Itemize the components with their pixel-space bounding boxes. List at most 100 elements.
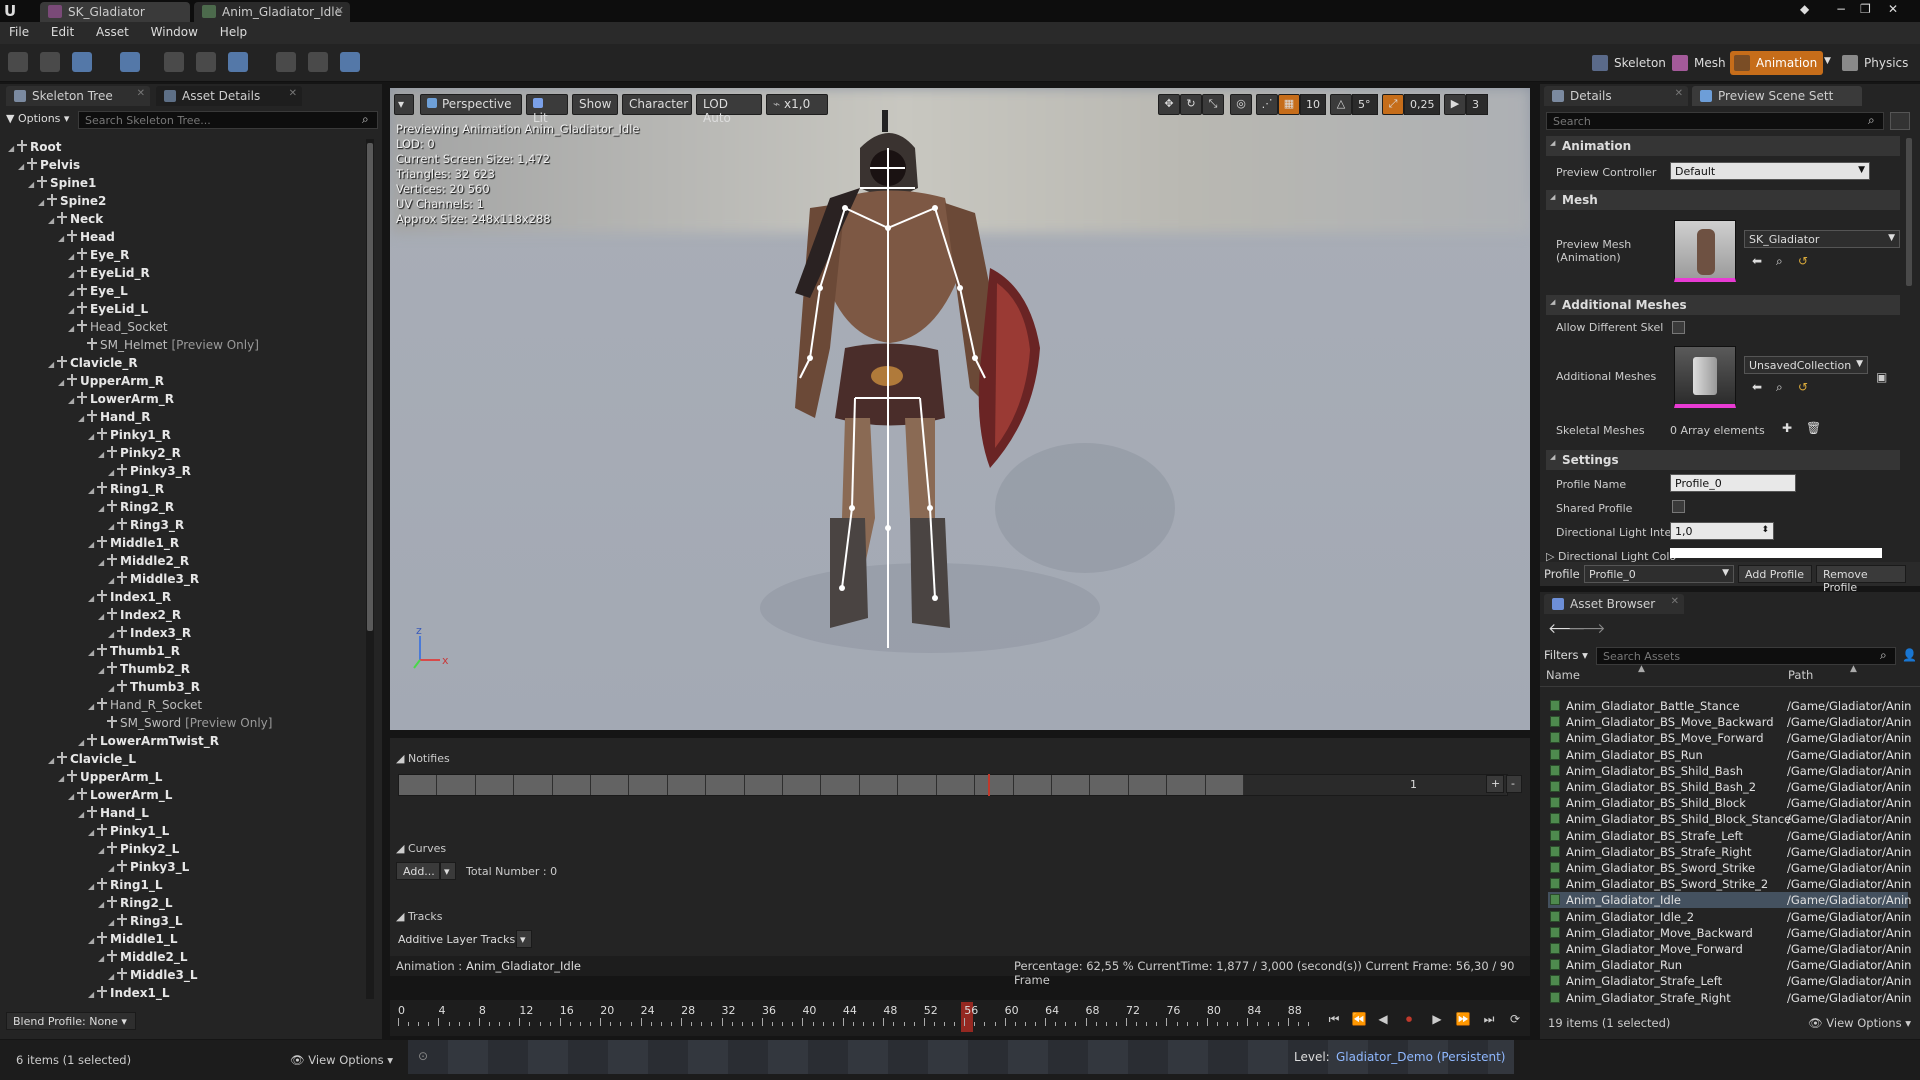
bone-row[interactable]: ◢ Head [58, 229, 115, 247]
menu-asset[interactable]: Asset [87, 22, 138, 42]
bone-row[interactable]: ◢ Middle2_L [98, 949, 187, 967]
close-tab-icon[interactable]: ✕ [335, 4, 344, 17]
bone-row[interactable]: ◢ Thumb2_R [98, 661, 190, 679]
save-icon[interactable] [8, 52, 28, 72]
expand-arrow-icon[interactable]: ◢ [78, 414, 87, 423]
expand-arrow-icon[interactable]: ◢ [98, 666, 107, 675]
bone-row[interactable]: SM_Helmet [Preview Only] [78, 337, 259, 355]
bone-row[interactable]: ◢ Middle2_R [98, 553, 189, 571]
preview-mesh-dropdown[interactable]: SK_Gladiator ▼ [1744, 230, 1900, 248]
go-to-end-icon[interactable]: ⏭ [1480, 1012, 1498, 1028]
allow-different-skeleton-checkbox[interactable] [1672, 321, 1685, 334]
record-icon[interactable]: ⏺ [1400, 1012, 1418, 1028]
expand-arrow-icon[interactable]: ◢ [108, 972, 117, 981]
bone-row[interactable]: ◢ Hand_R_Socket [88, 697, 202, 715]
blend-profile-dropdown[interactable]: Blend Profile: None ▾ [6, 1012, 136, 1030]
translate-icon[interactable]: ✥ [1158, 94, 1180, 115]
doc-tab-skeleton[interactable]: SK_Gladiator [40, 2, 190, 22]
expand-arrow-icon[interactable]: ◢ [88, 432, 97, 441]
camera-speed-value[interactable]: 3 [1466, 94, 1488, 115]
play-reverse-icon[interactable]: ◀ [1374, 1012, 1392, 1028]
doc-tab-animation[interactable]: Anim_Gladiator_Idle ✕ [194, 2, 350, 22]
bone-row[interactable]: ◢ Middle3_R [108, 571, 199, 589]
additional-meshes-dropdown[interactable]: UnsavedCollection ▼ [1744, 356, 1868, 374]
asset-row[interactable]: Anim_Gladiator_BS_Move_Backward/Game/Gla… [1548, 714, 1911, 730]
expand-arrow-icon[interactable]: ◢ [108, 918, 117, 927]
grid-snap-value[interactable]: 10 [1300, 94, 1326, 115]
find-in-browser-icon[interactable] [40, 52, 60, 72]
asset-row[interactable]: Anim_Gladiator_BS_Sword_Strike/Game/Glad… [1548, 860, 1911, 876]
bone-row[interactable]: ◢ Ring1_R [88, 481, 164, 499]
rotate-icon[interactable]: ↻ [1180, 94, 1202, 115]
delete-elements-icon[interactable]: 🗑 [1806, 421, 1821, 435]
close-tab-icon[interactable]: ✕ [289, 88, 297, 99]
reset-icon[interactable]: ↺ [1798, 380, 1808, 394]
expand-arrow-icon[interactable]: ◢ [48, 216, 57, 225]
asset-row[interactable]: Anim_Gladiator_BS_Shild_Bash_2/Game/Glad… [1548, 779, 1911, 795]
bone-row[interactable]: ◢ Pelvis [18, 157, 80, 175]
angle-snap-value[interactable]: 5° [1352, 94, 1378, 115]
use-selected-arrow-icon[interactable]: ⬅ [1752, 380, 1762, 394]
bone-row[interactable]: ◢ Pinky1_R [88, 427, 171, 445]
reset-icon[interactable]: ↺ [1798, 254, 1808, 268]
bone-row[interactable]: ◢ Index3_R [108, 625, 191, 643]
expand-arrow-icon[interactable]: ◢ [18, 162, 27, 171]
perspective-button[interactable]: Perspective [420, 94, 522, 115]
tracks-header[interactable]: ◢ Tracks [396, 910, 442, 923]
expand-arrow-icon[interactable]: ◢ [58, 774, 67, 783]
bone-row[interactable]: ◢ Index2_R [98, 607, 181, 625]
preview-controller-dropdown[interactable]: Default ▼ [1670, 162, 1870, 180]
bone-row[interactable]: ◢ Hand_R [78, 409, 151, 427]
asset-row[interactable]: Anim_Gladiator_Idle_2/Game/Gladiator/Ani… [1548, 909, 1911, 925]
column-header-name[interactable]: Name [1546, 668, 1580, 682]
bone-row[interactable]: ◢ Ring2_R [98, 499, 174, 517]
tab-details[interactable]: Details ✕ [1544, 86, 1688, 106]
expand-arrow-icon[interactable]: ◢ [68, 288, 77, 297]
expand-arrow-icon[interactable]: ◢ [88, 702, 97, 711]
expand-arrow-icon[interactable]: ◢ [88, 540, 97, 549]
asset-row[interactable]: Anim_Gladiator_Strafe_Left/Game/Gladiato… [1548, 973, 1911, 989]
bone-row[interactable]: ◢ EyeLid_L [68, 301, 148, 319]
skeleton-search-input[interactable]: Search Skeleton Tree... [78, 111, 378, 129]
add-element-icon[interactable]: ✚ [1782, 421, 1792, 435]
expand-arrow-icon[interactable]: ◢ [68, 324, 77, 333]
key-icon[interactable] [308, 52, 328, 72]
bone-row[interactable]: ◢ Middle1_L [88, 931, 177, 949]
expand-arrow-icon[interactable]: ◢ [108, 576, 117, 585]
expand-arrow-icon[interactable]: ◢ [68, 396, 77, 405]
tab-asset-details[interactable]: Asset Details ✕ [156, 86, 302, 106]
apply-compression-icon[interactable] [164, 52, 184, 72]
add-curve-button[interactable]: Add... [396, 862, 440, 880]
expand-arrow-icon[interactable]: ◢ [98, 558, 107, 567]
surface-snap-icon[interactable]: ⋰ [1256, 94, 1278, 115]
profile-name-input[interactable]: Profile_0 [1670, 474, 1796, 492]
settings-section-header[interactable]: Settings [1546, 450, 1900, 470]
tab-skeleton-tree[interactable]: Skeleton Tree ✕ [6, 86, 150, 106]
asset-row[interactable]: Anim_Gladiator_Move_Forward/Game/Gladiat… [1548, 941, 1911, 957]
asset-row[interactable]: Anim_Gladiator_Idle/Game/Gladiator/Anin [1548, 892, 1911, 909]
bone-row[interactable]: ◢ UpperArm_R [58, 373, 164, 391]
menu-help[interactable]: Help [211, 22, 256, 42]
bone-row[interactable]: ◢ LowerArm_R [68, 391, 174, 409]
animation-section-header[interactable]: Animation [1546, 136, 1900, 156]
bone-row[interactable]: ◢ EyeLid_R [68, 265, 150, 283]
asset-search-input[interactable]: Search Assets [1596, 647, 1896, 665]
asset-row[interactable]: Anim_Gladiator_BS_Strafe_Left/Game/Gladi… [1548, 828, 1911, 844]
asset-row[interactable]: Anim_Gladiator_Move_Backward/Game/Gladia… [1548, 925, 1911, 941]
preview-mesh-thumbnail[interactable] [1674, 220, 1736, 282]
bone-row[interactable]: ◢ Ring3_L [108, 913, 182, 931]
expand-arrow-icon[interactable]: ◢ [68, 270, 77, 279]
expand-arrow-icon[interactable]: ◢ [98, 954, 107, 963]
expand-arrow-icon[interactable]: ◢ [28, 180, 37, 189]
notifies-header[interactable]: ◢ Notifies [396, 752, 450, 765]
details-search-input[interactable]: Search [1546, 112, 1884, 130]
remove-profile-button[interactable]: Remove Profile [1816, 565, 1906, 594]
bone-row[interactable]: ◢ Ring3_R [108, 517, 184, 535]
expand-arrow-icon[interactable]: ◢ [48, 756, 57, 765]
bone-row[interactable]: SM_Sword [Preview Only] [98, 715, 272, 733]
expand-arrow-icon[interactable]: ◢ [88, 882, 97, 891]
minimize-button[interactable]: − [1836, 2, 1846, 16]
asset-row[interactable]: Anim_Gladiator_BS_Sword_Strike_2/Game/Gl… [1548, 876, 1911, 892]
asset-row[interactable]: Anim_Gladiator_BS_Shild_Bash/Game/Gladia… [1548, 763, 1911, 779]
asset-row[interactable]: Anim_Gladiator_BS_Shild_Block/Game/Gladi… [1548, 795, 1911, 811]
